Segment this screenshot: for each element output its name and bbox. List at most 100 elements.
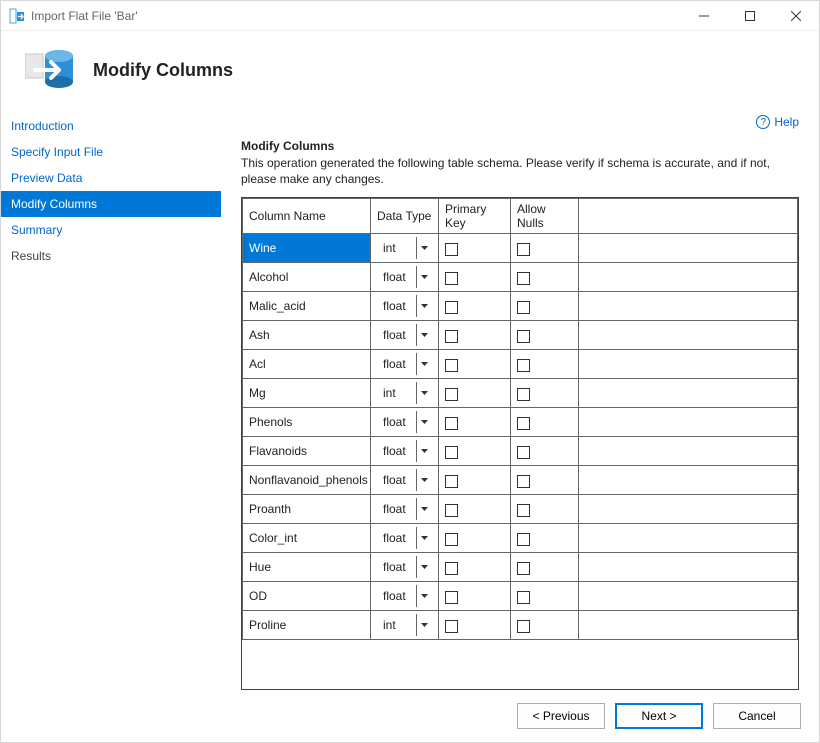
data-type-dropdown[interactable]	[416, 382, 432, 404]
primary-key-checkbox[interactable]	[445, 504, 458, 517]
allow-nulls-checkbox[interactable]	[517, 272, 530, 285]
cancel-button[interactable]: Cancel	[713, 703, 801, 729]
window-close-button[interactable]	[773, 1, 819, 31]
data-type-dropdown[interactable]	[416, 498, 432, 520]
data-type-dropdown[interactable]	[416, 469, 432, 491]
cell-primary-key[interactable]	[439, 350, 511, 379]
cell-column-name[interactable]: OD	[243, 582, 371, 611]
cell-data-type[interactable]: float	[371, 582, 439, 611]
data-type-dropdown[interactable]	[416, 237, 432, 259]
primary-key-checkbox[interactable]	[445, 446, 458, 459]
cell-data-type[interactable]: float	[371, 437, 439, 466]
col-header-datatype[interactable]: Data Type	[371, 199, 439, 234]
cell-data-type[interactable]: float	[371, 408, 439, 437]
cell-allow-nulls[interactable]	[511, 495, 579, 524]
data-type-dropdown[interactable]	[416, 411, 432, 433]
sidebar-item-introduction[interactable]: Introduction	[1, 113, 221, 139]
cell-column-name[interactable]: Color_int	[243, 524, 371, 553]
cell-allow-nulls[interactable]	[511, 524, 579, 553]
previous-button[interactable]: < Previous	[517, 703, 605, 729]
data-type-dropdown[interactable]	[416, 266, 432, 288]
cell-data-type[interactable]: int	[371, 611, 439, 640]
primary-key-checkbox[interactable]	[445, 301, 458, 314]
cell-data-type[interactable]: int	[371, 379, 439, 408]
table-row[interactable]: Flavanoidsfloat	[243, 437, 798, 466]
primary-key-checkbox[interactable]	[445, 417, 458, 430]
data-type-dropdown[interactable]	[416, 585, 432, 607]
cell-primary-key[interactable]	[439, 234, 511, 263]
table-row[interactable]: Phenolsfloat	[243, 408, 798, 437]
data-type-dropdown[interactable]	[416, 295, 432, 317]
cell-data-type[interactable]: float	[371, 263, 439, 292]
sidebar-item-summary[interactable]: Summary	[1, 217, 221, 243]
primary-key-checkbox[interactable]	[445, 562, 458, 575]
col-header-allownull[interactable]: Allow Nulls	[511, 199, 579, 234]
sidebar-item-preview-data[interactable]: Preview Data	[1, 165, 221, 191]
col-header-pk[interactable]: Primary Key	[439, 199, 511, 234]
cell-allow-nulls[interactable]	[511, 582, 579, 611]
cell-data-type[interactable]: float	[371, 466, 439, 495]
cell-column-name[interactable]: Proanth	[243, 495, 371, 524]
sidebar-item-modify-columns[interactable]: Modify Columns	[1, 191, 221, 217]
allow-nulls-checkbox[interactable]	[517, 417, 530, 430]
table-row[interactable]: Huefloat	[243, 553, 798, 582]
table-row[interactable]: Proanthfloat	[243, 495, 798, 524]
allow-nulls-checkbox[interactable]	[517, 388, 530, 401]
primary-key-checkbox[interactable]	[445, 359, 458, 372]
table-row[interactable]: Malic_acidfloat	[243, 292, 798, 321]
cell-column-name[interactable]: Acl	[243, 350, 371, 379]
table-row[interactable]: Color_intfloat	[243, 524, 798, 553]
sidebar-item-results[interactable]: Results	[1, 243, 221, 269]
cell-primary-key[interactable]	[439, 263, 511, 292]
allow-nulls-checkbox[interactable]	[517, 504, 530, 517]
data-type-dropdown[interactable]	[416, 556, 432, 578]
cell-column-name[interactable]: Flavanoids	[243, 437, 371, 466]
cell-primary-key[interactable]	[439, 495, 511, 524]
allow-nulls-checkbox[interactable]	[517, 591, 530, 604]
primary-key-checkbox[interactable]	[445, 533, 458, 546]
data-type-dropdown[interactable]	[416, 440, 432, 462]
cell-allow-nulls[interactable]	[511, 379, 579, 408]
cell-data-type[interactable]: float	[371, 524, 439, 553]
table-row[interactable]: Nonflavanoid_phenolsfloat	[243, 466, 798, 495]
cell-column-name[interactable]: Ash	[243, 321, 371, 350]
allow-nulls-checkbox[interactable]	[517, 243, 530, 256]
cell-column-name[interactable]: Phenols	[243, 408, 371, 437]
col-header-name[interactable]: Column Name	[243, 199, 371, 234]
cell-column-name[interactable]: Hue	[243, 553, 371, 582]
table-row[interactable]: Mgint	[243, 379, 798, 408]
primary-key-checkbox[interactable]	[445, 591, 458, 604]
table-row[interactable]: Aclfloat	[243, 350, 798, 379]
primary-key-checkbox[interactable]	[445, 620, 458, 633]
cell-allow-nulls[interactable]	[511, 437, 579, 466]
cell-allow-nulls[interactable]	[511, 611, 579, 640]
table-row[interactable]: ODfloat	[243, 582, 798, 611]
allow-nulls-checkbox[interactable]	[517, 301, 530, 314]
cell-primary-key[interactable]	[439, 408, 511, 437]
cell-data-type[interactable]: float	[371, 350, 439, 379]
cell-column-name[interactable]: Mg	[243, 379, 371, 408]
cell-column-name[interactable]: Malic_acid	[243, 292, 371, 321]
data-type-dropdown[interactable]	[416, 614, 432, 636]
cell-allow-nulls[interactable]	[511, 292, 579, 321]
allow-nulls-checkbox[interactable]	[517, 446, 530, 459]
sidebar-item-specify-input-file[interactable]: Specify Input File	[1, 139, 221, 165]
cell-allow-nulls[interactable]	[511, 234, 579, 263]
cell-primary-key[interactable]	[439, 292, 511, 321]
cell-data-type[interactable]: float	[371, 495, 439, 524]
allow-nulls-checkbox[interactable]	[517, 620, 530, 633]
primary-key-checkbox[interactable]	[445, 475, 458, 488]
allow-nulls-checkbox[interactable]	[517, 359, 530, 372]
allow-nulls-checkbox[interactable]	[517, 475, 530, 488]
primary-key-checkbox[interactable]	[445, 243, 458, 256]
cell-column-name[interactable]: Alcohol	[243, 263, 371, 292]
cell-allow-nulls[interactable]	[511, 350, 579, 379]
table-row[interactable]: Ashfloat	[243, 321, 798, 350]
cell-allow-nulls[interactable]	[511, 408, 579, 437]
table-row[interactable]: Alcoholfloat	[243, 263, 798, 292]
allow-nulls-checkbox[interactable]	[517, 562, 530, 575]
table-row[interactable]: Prolineint	[243, 611, 798, 640]
primary-key-checkbox[interactable]	[445, 330, 458, 343]
primary-key-checkbox[interactable]	[445, 272, 458, 285]
cell-column-name[interactable]: Nonflavanoid_phenols	[243, 466, 371, 495]
